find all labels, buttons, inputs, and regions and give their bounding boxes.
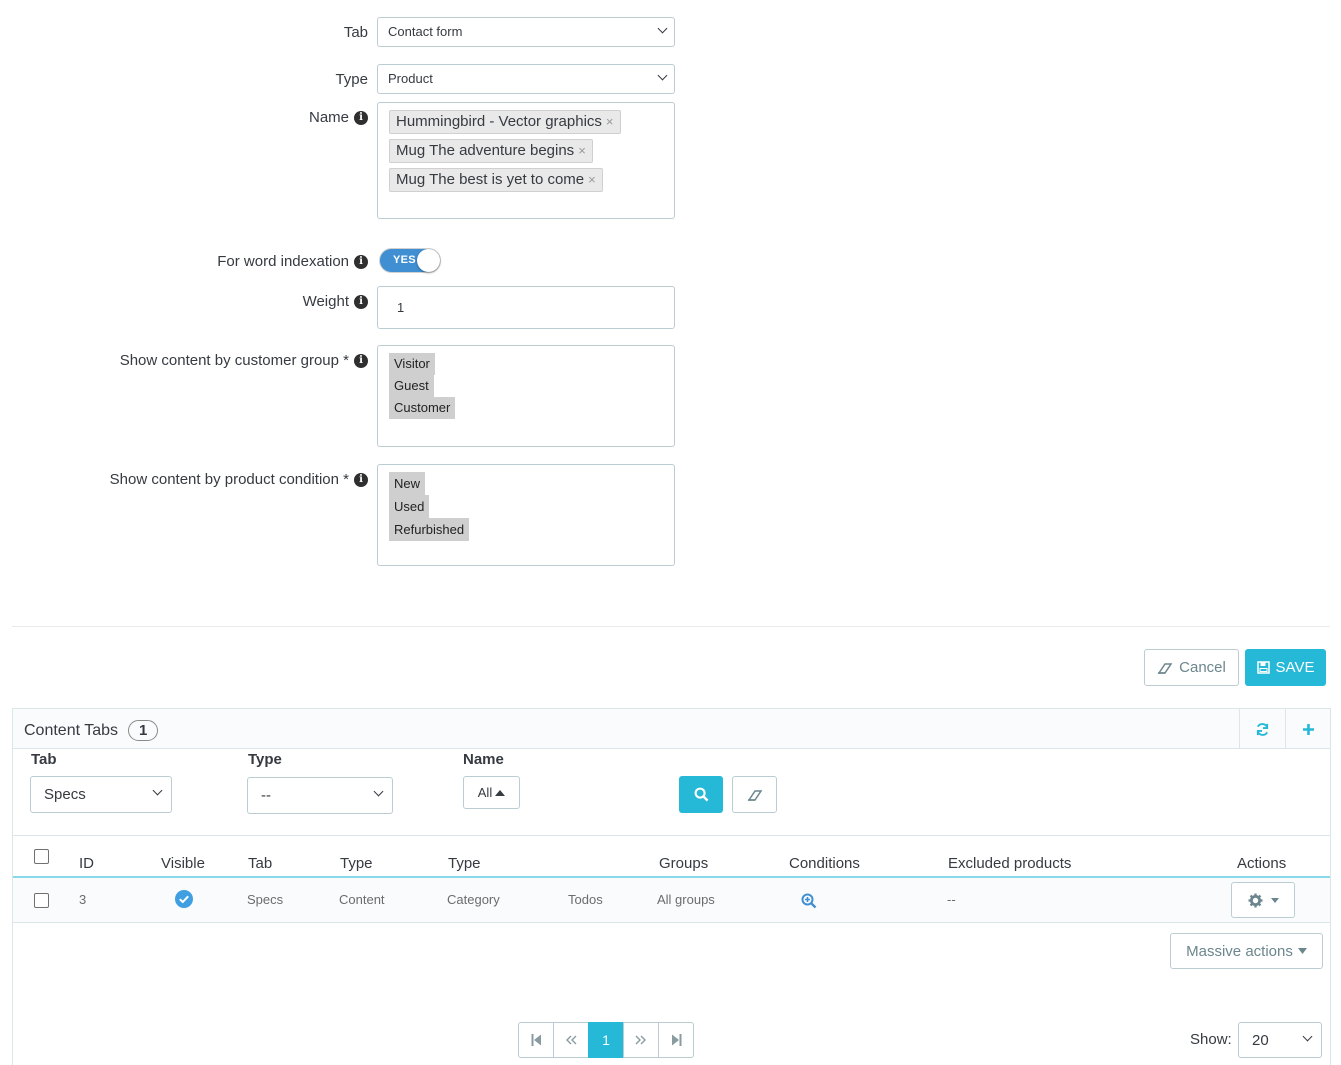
double-chevron-left-icon xyxy=(566,1035,577,1045)
page-size-select[interactable]: 20 xyxy=(1238,1022,1322,1058)
cancel-button[interactable]: Cancel xyxy=(1144,649,1239,686)
chevron-down-icon xyxy=(659,65,666,93)
type-label: Type xyxy=(335,71,368,88)
row-checkbox[interactable] xyxy=(34,893,49,908)
row-type-value: Todos xyxy=(568,892,603,907)
column-header[interactable]: Tab xyxy=(248,855,272,872)
save-button[interactable]: SAVE xyxy=(1245,649,1326,686)
product-condition-multiselect[interactable]: New Used Refurbished xyxy=(377,464,675,566)
previous-page-button[interactable] xyxy=(553,1022,589,1058)
eraser-icon xyxy=(1157,662,1173,674)
customer-group-label: Show content by customer group * i xyxy=(120,352,368,369)
name-tag: Hummingbird - Vector graphics × xyxy=(389,110,621,134)
caret-up-icon xyxy=(495,789,506,796)
type-select[interactable]: Product xyxy=(377,64,675,94)
info-icon[interactable]: i xyxy=(354,254,368,269)
add-button[interactable] xyxy=(1285,709,1330,749)
next-page-button[interactable] xyxy=(623,1022,659,1058)
row-excluded-products: -- xyxy=(947,892,956,907)
count-badge: 1 xyxy=(128,720,159,741)
table-top-border xyxy=(13,835,1330,836)
tab-label: Tab xyxy=(343,24,368,41)
panel-header: Content Tabs 1 xyxy=(13,709,1330,749)
column-header[interactable]: Type xyxy=(448,855,481,872)
search-button[interactable] xyxy=(679,776,723,813)
name-tag-input[interactable]: Hummingbird - Vector graphics × Mug The a… xyxy=(377,102,675,219)
row-groups: All groups xyxy=(657,892,715,907)
column-header[interactable]: Excluded products xyxy=(948,855,1071,872)
customer-group-multiselect[interactable]: Visitor Guest Customer xyxy=(377,345,675,447)
condition-option[interactable]: Used xyxy=(389,495,430,518)
first-page-button[interactable] xyxy=(518,1022,554,1058)
column-header[interactable]: Conditions xyxy=(789,855,860,872)
last-page-button[interactable] xyxy=(658,1022,694,1058)
info-icon[interactable]: i xyxy=(354,294,368,309)
indexation-toggle[interactable]: YES xyxy=(379,248,441,273)
name-tag: Mug The best is yet to come × xyxy=(389,168,603,192)
reset-filters-button[interactable] xyxy=(732,776,777,813)
caret-down-icon xyxy=(1270,897,1279,903)
zoom-in-icon[interactable] xyxy=(801,893,817,914)
filter-type-select[interactable]: -- xyxy=(247,777,393,814)
gear-icon xyxy=(1247,892,1263,908)
filter-name-dropdown[interactable]: All xyxy=(463,776,520,809)
eraser-icon xyxy=(747,789,762,801)
double-chevron-right-icon xyxy=(635,1035,646,1045)
floppy-disk-icon xyxy=(1256,661,1270,674)
chevron-down-icon xyxy=(375,778,382,813)
indexation-label: For word indexation i xyxy=(217,253,368,270)
name-tag: Mug The adventure begins × xyxy=(389,139,593,163)
refresh-button[interactable] xyxy=(1239,709,1284,749)
group-option[interactable]: Visitor xyxy=(389,353,435,375)
filter-name-label: Name xyxy=(463,751,504,768)
toggle-state-text: YES xyxy=(393,254,416,266)
plus-icon xyxy=(1302,723,1314,735)
page-1-button[interactable]: 1 xyxy=(588,1022,624,1058)
name-label: Name i xyxy=(309,109,368,126)
row-type-category: Category xyxy=(447,892,500,907)
divider xyxy=(12,626,1330,627)
column-header: Actions xyxy=(1237,855,1287,872)
column-header[interactable]: Visible xyxy=(161,855,205,872)
info-icon[interactable]: i xyxy=(354,472,368,487)
select-all-checkbox[interactable] xyxy=(34,849,49,864)
remove-tag-icon[interactable]: × xyxy=(578,143,586,158)
info-icon[interactable]: i xyxy=(354,110,368,125)
filter-tab-label: Tab xyxy=(31,751,57,768)
massive-actions-button[interactable]: Massive actions xyxy=(1170,933,1323,969)
row-type: Content xyxy=(339,892,385,907)
show-label: Show: xyxy=(1190,1031,1232,1048)
product-condition-label: Show content by product condition * i xyxy=(110,471,368,488)
weight-input[interactable]: 1 xyxy=(377,286,675,329)
filter-type-label: Type xyxy=(248,751,282,768)
weight-label: Weight i xyxy=(303,293,368,310)
group-option[interactable]: Customer xyxy=(389,397,456,419)
caret-down-icon xyxy=(1297,948,1307,954)
column-header[interactable]: ID xyxy=(79,855,94,872)
condition-option[interactable]: Refurbished xyxy=(389,518,470,541)
last-page-icon xyxy=(671,1034,681,1046)
info-icon[interactable]: i xyxy=(354,353,368,368)
chevron-down-icon xyxy=(659,18,666,46)
remove-tag-icon[interactable]: × xyxy=(606,114,614,129)
refresh-icon xyxy=(1256,722,1268,736)
remove-tag-icon[interactable]: × xyxy=(588,172,596,187)
visible-check-icon[interactable] xyxy=(175,890,193,913)
row-actions-button[interactable] xyxy=(1231,882,1295,918)
first-page-icon xyxy=(531,1034,541,1046)
tab-select[interactable]: Contact form xyxy=(377,17,675,47)
column-header[interactable]: Type xyxy=(340,855,373,872)
chevron-down-icon xyxy=(154,777,161,812)
panel-title: Content Tabs 1 xyxy=(24,720,159,741)
row-tab: Specs xyxy=(247,892,284,907)
column-header[interactable]: Groups xyxy=(659,855,708,872)
condition-option[interactable]: New xyxy=(389,472,426,495)
row-id: 3 xyxy=(79,892,87,907)
group-option[interactable]: Guest xyxy=(389,375,434,397)
toggle-knob xyxy=(417,249,440,272)
search-icon xyxy=(694,787,708,802)
chevron-down-icon xyxy=(1304,1023,1311,1058)
filter-tab-select[interactable]: Specs xyxy=(30,776,172,813)
